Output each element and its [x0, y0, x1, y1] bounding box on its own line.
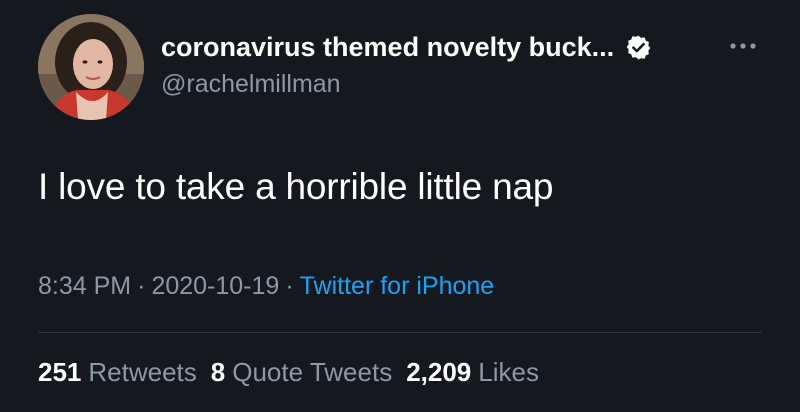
meta-separator: · — [285, 272, 294, 300]
likes-stat[interactable]: 2,209 Likes — [406, 357, 539, 388]
display-name[interactable]: coronavirus themed novelty buck... — [161, 32, 614, 63]
avatar[interactable] — [38, 14, 144, 120]
tweet-date[interactable]: 2020-10-19 — [151, 272, 279, 300]
quote-tweets-stat[interactable]: 8 Quote Tweets — [211, 357, 392, 388]
retweets-label: Retweets — [88, 357, 197, 387]
avatar-photo — [38, 14, 144, 120]
tweet-time[interactable]: 8:34 PM — [38, 272, 131, 300]
retweets-count: 251 — [38, 357, 82, 387]
likes-label: Likes — [478, 357, 539, 387]
tweet-stats: 251 Retweets 8 Quote Tweets 2,209 Likes — [38, 357, 539, 388]
quote-tweets-label: Quote Tweets — [232, 357, 393, 387]
tweet-meta: 8:34 PM · 2020-10-19 · Twitter for iPhone — [38, 272, 494, 301]
user-handle[interactable]: @rachelmillman — [161, 70, 341, 99]
retweets-stat[interactable]: 251 Retweets — [38, 357, 197, 388]
tweet-card: coronavirus themed novelty buck... @rach… — [0, 0, 800, 412]
meta-separator: · — [137, 272, 146, 300]
divider — [38, 332, 762, 333]
quote-tweets-count: 8 — [210, 357, 226, 387]
verified-badge-icon — [625, 34, 652, 61]
tweet-source-link[interactable]: Twitter for iPhone — [300, 272, 495, 300]
author-name-row: coronavirus themed novelty buck... — [161, 27, 652, 67]
more-options-icon[interactable] — [726, 36, 760, 56]
likes-count: 2,209 — [406, 357, 472, 387]
tweet-text: I love to take a horrible little nap — [38, 166, 554, 207]
